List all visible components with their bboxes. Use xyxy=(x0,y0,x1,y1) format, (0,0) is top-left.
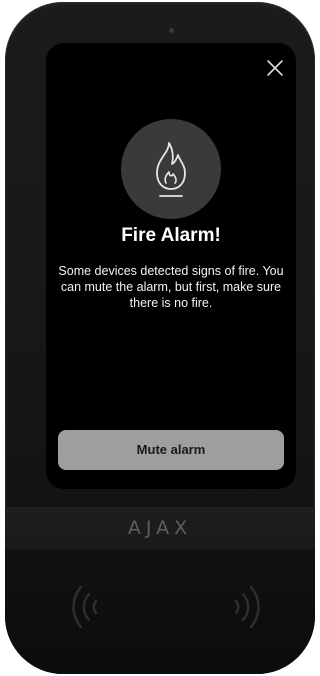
flame-icon xyxy=(156,142,186,197)
logo-band: AJAX xyxy=(5,507,315,549)
fire-icon-circle xyxy=(121,119,221,219)
alarm-title: Fire Alarm! xyxy=(121,225,221,246)
close-button[interactable] xyxy=(264,57,286,79)
nfc-right-waves-icon xyxy=(234,585,260,629)
brand-logo: AJAX xyxy=(127,517,193,539)
touch-screen: Fire Alarm! Some devices detected signs … xyxy=(46,43,296,489)
nfc-left-waves-icon xyxy=(72,585,98,629)
nfc-reader-panel xyxy=(5,549,315,674)
keypad-device: Fire Alarm! Some devices detected signs … xyxy=(5,2,315,674)
close-icon[interactable] xyxy=(264,57,286,79)
mute-alarm-button[interactable]: Mute alarm xyxy=(58,430,284,470)
camera-dot xyxy=(169,28,174,33)
alarm-message: Some devices detected signs of fire. You… xyxy=(58,264,284,310)
